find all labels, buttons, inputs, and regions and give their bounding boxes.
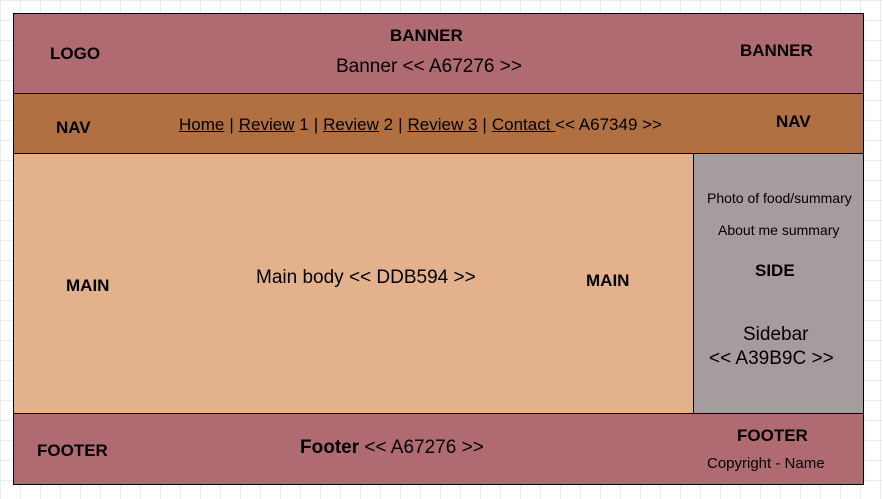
nav-separator: |: [482, 115, 487, 134]
footer-code: << A67276 >>: [359, 437, 484, 458]
nav-separator: |: [229, 115, 234, 134]
banner-text: Banner << A67276 >>: [336, 56, 522, 77]
sidebar-about-text: About me summary: [718, 222, 840, 238]
nav-link-review-1-suffix: 1: [294, 115, 309, 134]
banner-right-label: BANNER: [740, 41, 813, 60]
footer-label: FOOTER: [37, 441, 108, 460]
nav-link-contact[interactable]: Contact: [492, 115, 555, 134]
nav-link-review-2[interactable]: Review: [323, 115, 379, 134]
footer-title: Footer: [300, 437, 360, 458]
footer-right-label: FOOTER: [737, 426, 808, 445]
nav-separator: |: [398, 115, 403, 134]
nav-link-review-1[interactable]: Review: [239, 115, 295, 134]
nav-code: << A67349 >>: [555, 115, 662, 134]
banner-title: BANNER: [390, 26, 463, 45]
nav-link-review-2-suffix: 2: [378, 115, 394, 134]
main-body-text: Main body << DDB594 >>: [256, 267, 476, 288]
sidebar-label: SIDE: [755, 261, 795, 280]
nav-separator: |: [313, 115, 319, 134]
nav-link-home[interactable]: Home: [179, 115, 224, 134]
sidebar-text-line2: << A39B9C >>: [709, 348, 834, 369]
nav-links: Home | Review 1 | Review 2 | Review 3 | Contact …: [179, 115, 662, 135]
nav-link-review-3[interactable]: Review 3: [408, 115, 478, 134]
sidebar-photo-text: Photo of food/summary: [707, 190, 852, 206]
main-left-label: MAIN: [66, 276, 110, 295]
nav-label: NAV: [56, 118, 91, 137]
sidebar-text-line1: Sidebar: [743, 324, 809, 345]
footer-copyright: Copyright - Name: [707, 455, 825, 472]
footer-text: Footer << A67276 >>: [300, 437, 484, 459]
logo-label: LOGO: [50, 44, 101, 63]
main-right-label: MAIN: [586, 271, 630, 290]
nav-right-label: NAV: [776, 112, 811, 131]
